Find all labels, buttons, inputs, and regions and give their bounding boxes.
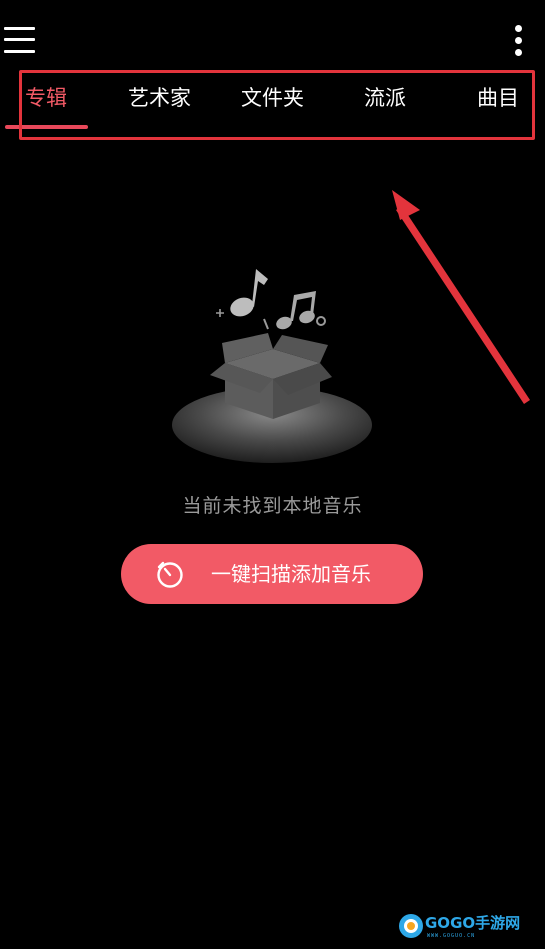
watermark-url: WWW.GOGUO.CN [427, 933, 476, 939]
more-vertical-icon [515, 37, 522, 44]
scan-add-music-button[interactable]: 一键扫描添加音乐 [121, 544, 423, 604]
more-vertical-icon [515, 25, 522, 32]
tab-albums[interactable]: 专辑 [25, 84, 67, 112]
annotation-arrow [392, 190, 530, 404]
scan-button-label: 一键扫描添加音乐 [211, 562, 371, 586]
more-vertical-icon [515, 49, 522, 56]
tab-tracks[interactable]: 曲目 [477, 84, 519, 112]
scan-timer-icon [157, 561, 183, 588]
hamburger-menu-icon [4, 50, 35, 53]
tab-genres[interactable]: 流派 [364, 84, 406, 112]
hamburger-menu-icon [4, 38, 35, 41]
top-bar [0, 0, 545, 70]
gogo-logo-icon [399, 914, 423, 938]
music-box-icon [172, 269, 372, 463]
active-tab-indicator [5, 125, 88, 129]
more-options-button[interactable] [508, 22, 530, 58]
tab-folders[interactable]: 文件夹 [241, 84, 304, 112]
watermark: GOGO手游网 WWW.GOGUO.CN [398, 912, 520, 942]
menu-button[interactable] [4, 24, 36, 54]
watermark-brand: GOGO手游网 [425, 914, 521, 932]
category-tabs: 专辑 艺术家 文件夹 流派 曲目 [0, 70, 545, 132]
hamburger-menu-icon [4, 27, 35, 30]
empty-state-message: 当前未找到本地音乐 [182, 495, 363, 517]
tab-artists[interactable]: 艺术家 [128, 84, 191, 112]
